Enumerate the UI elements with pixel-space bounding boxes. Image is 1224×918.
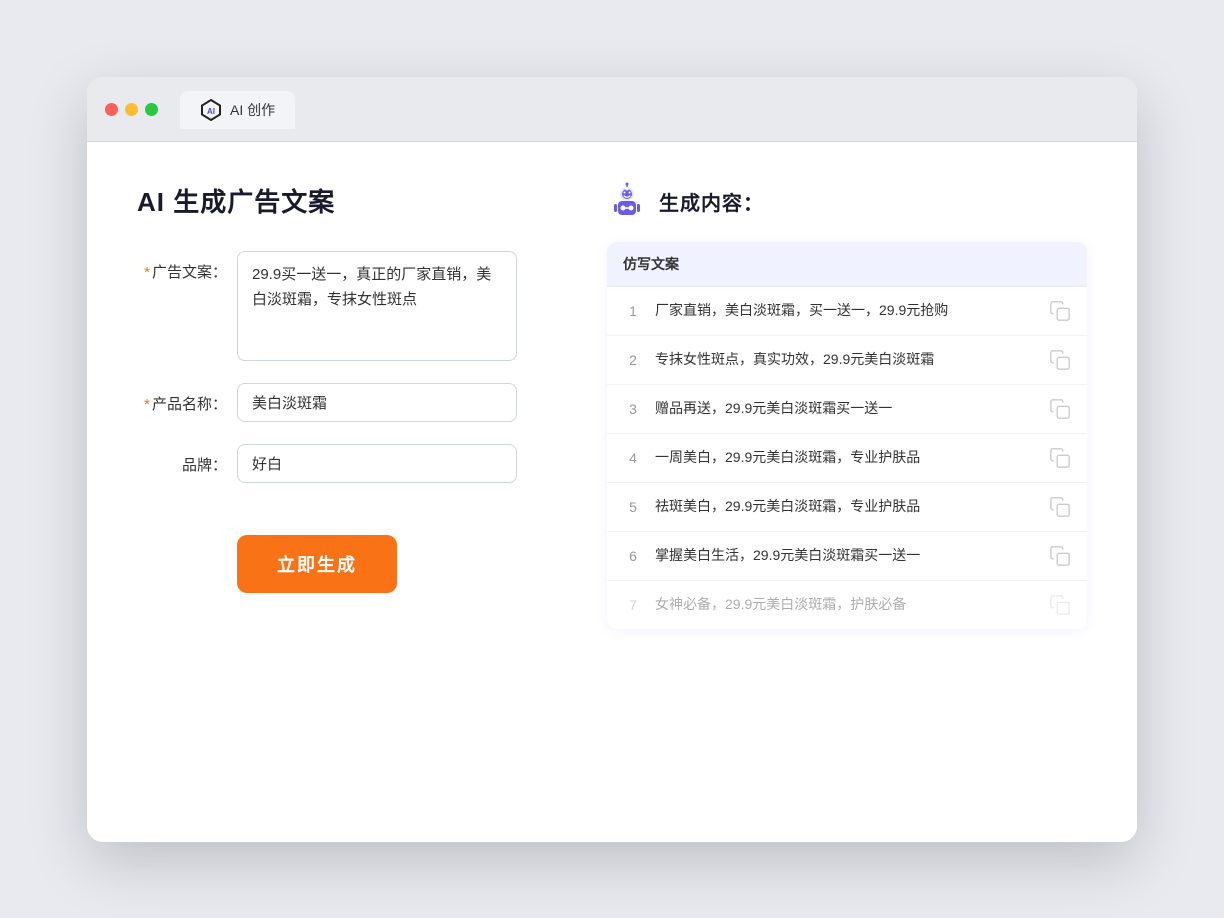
row-text: 专抹女性斑点，真实功效，29.9元美白淡斑霜: [655, 349, 1037, 370]
copy-icon[interactable]: [1049, 594, 1071, 616]
table-header: 仿写文案: [607, 242, 1087, 287]
result-header: 生成内容：: [607, 182, 1087, 222]
row-number: 2: [623, 352, 643, 368]
brand-input[interactable]: [237, 444, 517, 483]
tab-ai-create[interactable]: AI AI 创作: [180, 91, 295, 129]
table-row: 1 厂家直销，美白淡斑霜，买一送一，29.9元抢购: [607, 287, 1087, 336]
page-title: AI 生成广告文案: [137, 182, 557, 219]
row-text: 女神必备，29.9元美白淡斑霜，护肤必备: [655, 594, 1037, 615]
ad-copy-group: *广告文案： 29.9买一送一，真正的厂家直销，美白淡斑霜，专抹女性斑点: [137, 251, 557, 361]
copy-icon[interactable]: [1049, 496, 1071, 518]
product-name-input[interactable]: [237, 383, 517, 422]
row-text: 祛斑美白，29.9元美白淡斑霜，专业护肤品: [655, 496, 1037, 517]
tab-title: AI 创作: [230, 100, 275, 120]
close-button[interactable]: [105, 103, 118, 116]
product-name-group: *产品名称：: [137, 383, 557, 422]
brand-label: 品牌：: [137, 444, 227, 475]
table-row: 5 祛斑美白，29.9元美白淡斑霜，专业护肤品: [607, 483, 1087, 532]
brand-group: 品牌：: [137, 444, 557, 483]
copy-icon[interactable]: [1049, 545, 1071, 567]
ad-copy-input[interactable]: 29.9买一送一，真正的厂家直销，美白淡斑霜，专抹女性斑点: [237, 251, 517, 361]
titlebar: AI AI 创作: [87, 77, 1137, 142]
table-row: 2 专抹女性斑点，真实功效，29.9元美白淡斑霜: [607, 336, 1087, 385]
result-table: 仿写文案 1 厂家直销，美白淡斑霜，买一送一，29.9元抢购 2 专抹女性斑点，…: [607, 242, 1087, 629]
row-number: 3: [623, 401, 643, 417]
table-row: 3 赠品再送，29.9元美白淡斑霜买一送一: [607, 385, 1087, 434]
left-panel: AI 生成广告文案 *广告文案： 29.9买一送一，真正的厂家直销，美白淡斑霜，…: [137, 182, 557, 792]
svg-text:AI: AI: [207, 107, 215, 116]
copy-icon[interactable]: [1049, 300, 1071, 322]
ad-copy-label: *广告文案：: [137, 251, 227, 282]
row-number: 5: [623, 499, 643, 515]
row-text: 一周美白，29.9元美白淡斑霜，专业护肤品: [655, 447, 1037, 468]
product-name-required: *: [144, 396, 150, 413]
row-number: 1: [623, 303, 643, 319]
minimize-button[interactable]: [125, 103, 138, 116]
row-text: 赠品再送，29.9元美白淡斑霜买一送一: [655, 398, 1037, 419]
row-text: 掌握美白生活，29.9元美白淡斑霜买一送一: [655, 545, 1037, 566]
copy-icon[interactable]: [1049, 349, 1071, 371]
ad-copy-required: *: [144, 264, 150, 281]
generate-button[interactable]: 立即生成: [237, 535, 397, 593]
traffic-lights: [105, 103, 158, 116]
ai-icon: AI: [200, 99, 222, 121]
right-panel: 生成内容： 仿写文案 1 厂家直销，美白淡斑霜，买一送一，29.9元抢购 2 专…: [607, 182, 1087, 792]
browser-window: AI AI 创作 AI 生成广告文案 *广告文案： 29.9买一送一，真正的厂家…: [87, 77, 1137, 842]
row-number: 6: [623, 548, 643, 564]
main-content: AI 生成广告文案 *广告文案： 29.9买一送一，真正的厂家直销，美白淡斑霜，…: [87, 142, 1137, 842]
row-number: 7: [623, 597, 643, 613]
product-name-label: *产品名称：: [137, 383, 227, 414]
copy-icon[interactable]: [1049, 447, 1071, 469]
row-number: 4: [623, 450, 643, 466]
table-row: 7 女神必备，29.9元美白淡斑霜，护肤必备: [607, 581, 1087, 629]
robot-icon: [607, 182, 647, 222]
maximize-button[interactable]: [145, 103, 158, 116]
table-row: 6 掌握美白生活，29.9元美白淡斑霜买一送一: [607, 532, 1087, 581]
result-title: 生成内容：: [659, 187, 764, 216]
row-text: 厂家直销，美白淡斑霜，买一送一，29.9元抢购: [655, 300, 1037, 321]
table-row: 4 一周美白，29.9元美白淡斑霜，专业护肤品: [607, 434, 1087, 483]
copy-icon[interactable]: [1049, 398, 1071, 420]
